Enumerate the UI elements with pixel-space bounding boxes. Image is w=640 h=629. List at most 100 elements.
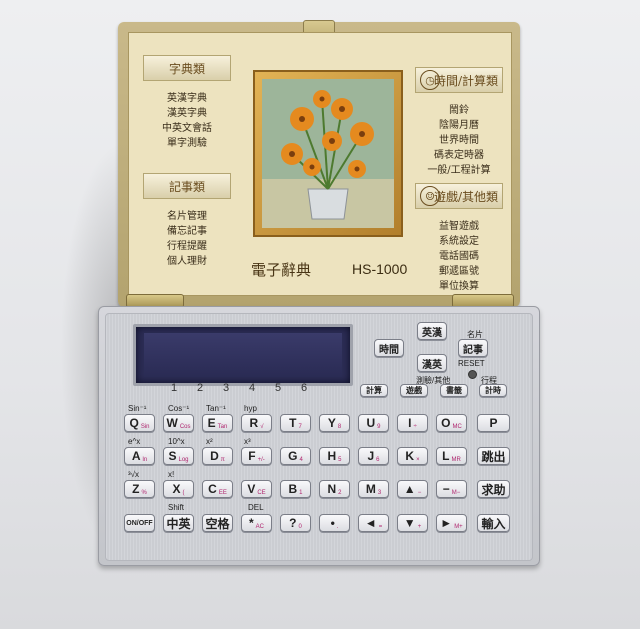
game-button[interactable]: 遊戲: [400, 384, 428, 397]
key-row4-1[interactable]: 中英: [163, 514, 194, 532]
key-row1-0[interactable]: Q Sin: [124, 414, 155, 432]
smiley-icon: ☺: [420, 186, 440, 206]
key-row4-3[interactable]: * AC: [241, 514, 272, 532]
key-sub-label: AC: [255, 524, 264, 530]
key-row3-8[interactable]: − M−: [436, 480, 467, 498]
key-sub-label: 9: [377, 424, 381, 430]
list-item: 單位換算: [439, 281, 479, 292]
list-item: 個人理財: [167, 256, 207, 267]
key-main-label: K: [405, 449, 415, 463]
key-main-label: ▲: [403, 482, 416, 496]
ch-en-button[interactable]: 漢英: [417, 354, 447, 372]
key-sub-label: =: [378, 524, 383, 530]
key-sub-label: Log: [178, 457, 189, 463]
key-main-label: 空格: [205, 516, 230, 531]
reset-button[interactable]: [468, 370, 477, 379]
lcd-number: 5: [275, 382, 282, 394]
key-main-label: E: [207, 416, 216, 430]
category-notes-list: 名片管理 備忘記事 行程提醒 個人理財: [143, 209, 231, 269]
key-main-label: ?: [289, 516, 297, 530]
key-main-label: R: [249, 416, 259, 430]
key-main-label: Y: [327, 416, 336, 430]
key-row1-5[interactable]: Y8: [319, 414, 350, 432]
key-row4-4[interactable]: ? 0: [280, 514, 311, 532]
time-button[interactable]: 時間: [374, 339, 404, 357]
key-sub-label: 5: [338, 457, 342, 463]
category-dictionary: 字典類 英漢字典 漢英字典 中英文會話 單字測驗: [143, 55, 231, 151]
list-item: 世界時間: [439, 135, 479, 146]
device-base: 1 2 3 4 5 6 英漢 時間 漢英 名片 記事 RESET 測驗/其他 行…: [98, 306, 540, 566]
key-sub-label: ×: [416, 457, 420, 463]
key-row1-7[interactable]: I ÷: [397, 414, 428, 432]
key-row1-8[interactable]: O MC: [436, 414, 467, 432]
key-row4-5[interactable]: •.: [319, 514, 350, 532]
key-row4-8[interactable]: ► M+: [436, 514, 467, 532]
reset-label: RESET: [458, 359, 485, 368]
bookmark-button[interactable]: 書籤: [440, 384, 468, 397]
key-top-label: x!: [168, 470, 175, 479]
key-row1-9[interactable]: P: [477, 414, 510, 432]
key-row3-9[interactable]: 求助: [477, 480, 510, 498]
lcd-screen: [133, 324, 353, 386]
key-row3-7[interactable]: ▲ −: [397, 480, 428, 498]
list-item: 碼表定時器: [434, 150, 484, 161]
flower-painting: [253, 70, 403, 237]
timer-button[interactable]: 計時: [479, 384, 507, 397]
list-item: 一般/工程計算: [427, 165, 491, 176]
key-sub-label: −: [417, 490, 422, 496]
key-row2-6[interactable]: J6: [358, 447, 389, 465]
memo-button[interactable]: 記事: [458, 339, 488, 357]
key-row2-7[interactable]: K ×: [397, 447, 428, 465]
key-row1-4[interactable]: T7: [280, 414, 311, 432]
key-sub-label: Cos: [179, 424, 191, 430]
key-top-label: Tan⁻¹: [206, 404, 226, 413]
key-row3-2[interactable]: C EE: [202, 480, 233, 498]
en-ch-button[interactable]: 英漢: [417, 322, 447, 340]
key-main-label: L: [442, 449, 450, 463]
key-row2-5[interactable]: H5: [319, 447, 350, 465]
key-row2-4[interactable]: G4: [280, 447, 311, 465]
key-row3-4[interactable]: B1: [280, 480, 311, 498]
key-main-label: S: [168, 449, 177, 463]
key-main-label: ▼: [403, 516, 416, 530]
key-main-label: B: [288, 482, 298, 496]
key-main-label: W: [166, 416, 178, 430]
key-row2-8[interactable]: L MR: [436, 447, 467, 465]
key-top-label: hyp: [244, 404, 257, 413]
flower-painting-image: [262, 79, 394, 228]
category-games: ☺ 遊戲/其他類 益智遊戲 系統設定 電話國碼 郵遞區號 單位換算: [415, 183, 503, 294]
key-row2-3[interactable]: F +/-: [241, 447, 272, 465]
key-main-label: Z: [132, 482, 140, 496]
key-sub-label: MC: [452, 424, 462, 430]
lcd-number: 3: [223, 382, 230, 394]
key-row2-0[interactable]: Aln: [124, 447, 155, 465]
key-sub-label: (: [182, 490, 185, 496]
key-row3-0[interactable]: Z%: [124, 480, 155, 498]
calc-button[interactable]: 計算: [360, 384, 388, 397]
key-sub-label: 2: [338, 490, 342, 496]
key-row2-1[interactable]: S Log: [163, 447, 194, 465]
key-row4-9[interactable]: 輸入: [477, 514, 510, 532]
key-top-label: e^x: [128, 437, 141, 446]
key-row4-2[interactable]: 空格: [202, 514, 233, 532]
key-row4-6[interactable]: ◄ =: [358, 514, 389, 532]
key-row3-5[interactable]: N2: [319, 480, 350, 498]
list-item: 陰陽月曆: [439, 120, 479, 131]
key-sub-label: π: [220, 457, 225, 463]
list-item: 益智遊戲: [439, 221, 479, 232]
key-row2-9[interactable]: 跳出: [477, 447, 510, 465]
key-row4-7[interactable]: ▼ +: [397, 514, 428, 532]
key-row3-3[interactable]: V CE: [241, 480, 272, 498]
key-row1-1[interactable]: W Cos: [163, 414, 194, 432]
key-row1-6[interactable]: U9: [358, 414, 389, 432]
key-row1-2[interactable]: E Tan: [202, 414, 233, 432]
key-row1-3[interactable]: R √: [241, 414, 272, 432]
key-row2-2[interactable]: Dπ: [202, 447, 233, 465]
key-main-label: F: [248, 449, 256, 463]
key-row4-0[interactable]: ON/OFF: [124, 514, 155, 532]
keyboard-panel: 1 2 3 4 5 6 英漢 時間 漢英 名片 記事 RESET 測驗/其他 行…: [105, 313, 533, 561]
key-sub-label: 1: [299, 490, 303, 496]
key-main-label: I: [408, 416, 412, 430]
key-row3-1[interactable]: X(: [163, 480, 194, 498]
key-row3-6[interactable]: M3: [358, 480, 389, 498]
